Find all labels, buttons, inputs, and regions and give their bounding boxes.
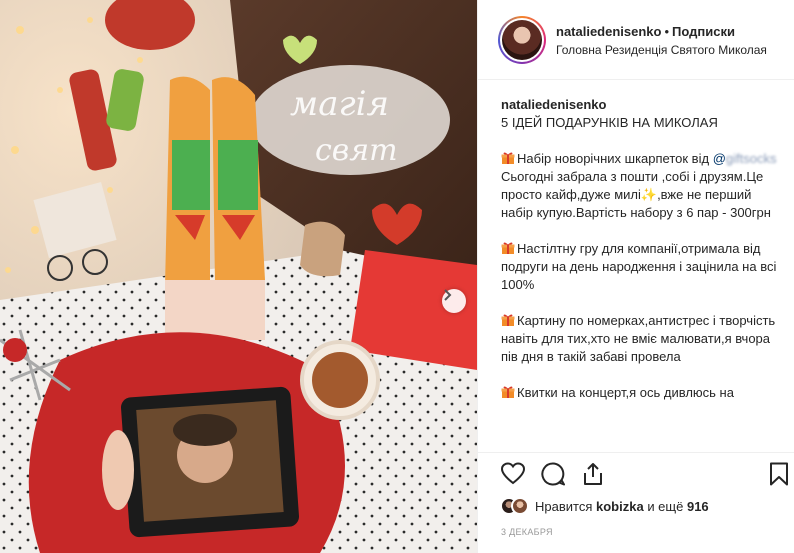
save-button[interactable] xyxy=(766,461,792,487)
caption-item-2-text: Настілтну гру для компанії,отримала від … xyxy=(501,241,777,292)
header-line: nataliedenisenko • Подписки xyxy=(556,24,735,39)
avatar[interactable] xyxy=(498,16,546,64)
caption-username[interactable]: nataliedenisenko xyxy=(501,96,783,114)
action-bar xyxy=(478,452,794,492)
mention-at[interactable]: @ xyxy=(713,151,726,166)
comment-button[interactable] xyxy=(540,461,566,487)
like-button[interactable] xyxy=(500,461,526,487)
likes-text[interactable]: Нравится kobizka и ещё 916 xyxy=(535,499,709,514)
post-photo[interactable]: магія свят xyxy=(0,0,477,553)
sparkles-icon: ✨ xyxy=(640,187,658,202)
caption-item-2: Настілтну гру для компанії,отримала від … xyxy=(501,240,783,294)
caption-item-3-text: Картину по номерках,антистрес і творчіст… xyxy=(501,313,776,364)
header-username[interactable]: nataliedenisenko xyxy=(556,24,661,39)
likes-count[interactable]: 916 xyxy=(687,499,709,514)
mention-link[interactable]: giftsocks xyxy=(726,151,777,166)
svg-text:свят: свят xyxy=(315,133,398,168)
following-button[interactable]: Подписки xyxy=(672,24,735,39)
gift-icon xyxy=(501,242,515,254)
post-side-panel: nataliedenisenko • Подписки Головна Резиде… xyxy=(477,0,794,553)
comment-icon xyxy=(541,462,565,486)
likes-mid: и ещё xyxy=(647,498,684,514)
likes-summary: Нравится kobizka и ещё 916 xyxy=(500,496,709,516)
location-link[interactable]: Головна Резиденція Святого Миколая xyxy=(556,43,767,57)
gift-icon xyxy=(501,314,515,326)
caption-item-4: Квитки на концерт,я ось дивлюсь на xyxy=(501,384,783,402)
photo-illustration: магія свят xyxy=(0,0,477,553)
gift-icon xyxy=(501,386,515,398)
header-separator: • xyxy=(664,24,670,39)
chevron-right-icon xyxy=(444,289,452,301)
svg-text:магія: магія xyxy=(290,84,389,124)
next-photo-button[interactable] xyxy=(442,289,466,313)
liker-avatar xyxy=(511,497,529,515)
caption-item-4-text: Квитки на концерт,я ось дивлюсь на xyxy=(517,385,734,400)
caption-item-1-text: Набір новорічних шкарпеток від xyxy=(517,151,710,166)
post-header: nataliedenisenko • Подписки Головна Резиде… xyxy=(478,0,794,80)
bookmark-icon xyxy=(770,462,788,486)
post-date[interactable]: 3 ДЕКАБРЯ xyxy=(501,527,553,537)
heart-icon xyxy=(500,462,526,485)
likes-prefix: Нравится xyxy=(535,498,593,514)
liker-username[interactable]: kobizka xyxy=(596,499,644,514)
caption-title: 5 ІДЕЙ ПОДАРУНКІВ НА МИКОЛАЯ xyxy=(501,115,718,130)
gift-icon xyxy=(501,152,515,164)
share-icon xyxy=(584,463,602,485)
share-button[interactable] xyxy=(580,461,606,487)
caption-item-3: Картину по номерках,антистрес і творчіст… xyxy=(501,312,783,366)
caption-item-1: Набір новорічних шкарпеток від @giftsock… xyxy=(501,150,783,222)
post-caption: nataliedenisenko 5 ІДЕЙ ПОДАРУНКІВ НА МИ… xyxy=(501,96,783,448)
